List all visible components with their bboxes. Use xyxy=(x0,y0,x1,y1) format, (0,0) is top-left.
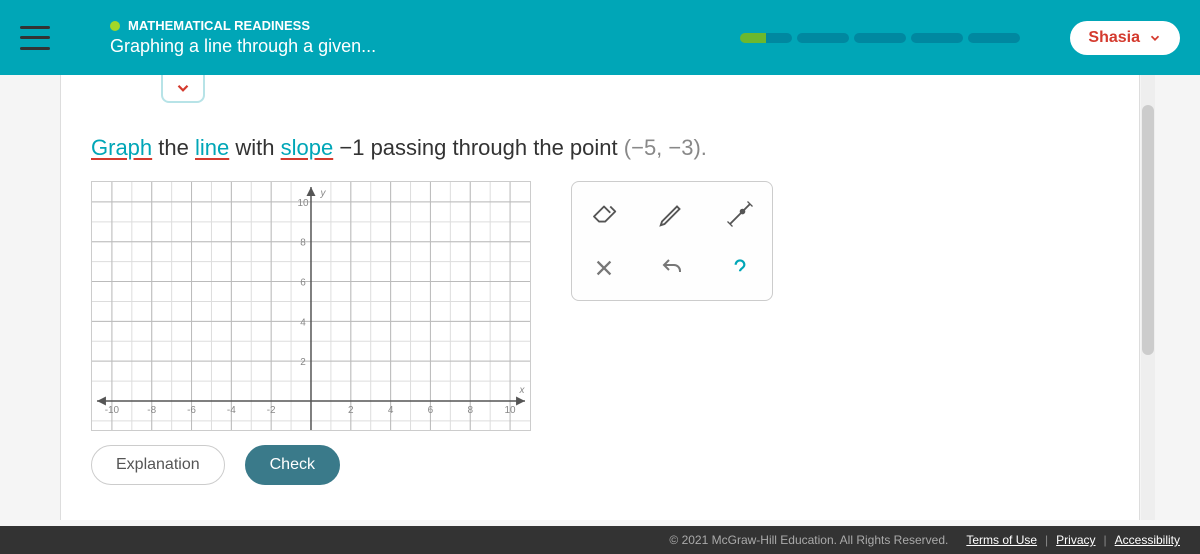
tool-panel xyxy=(571,181,773,301)
clear-button[interactable] xyxy=(584,248,624,288)
graph-canvas[interactable]: -10-8-6 -4-2 246 810 1086 42-2 y x xyxy=(91,181,531,431)
slope-value: −1 xyxy=(339,135,364,160)
coordinate-grid: -10-8-6 -4-2 246 810 1086 42-2 y x xyxy=(92,182,530,431)
term-slope[interactable]: slope xyxy=(281,135,334,160)
help-button[interactable] xyxy=(720,248,760,288)
privacy-link[interactable]: Privacy xyxy=(1056,533,1095,547)
svg-text:6: 6 xyxy=(300,278,306,289)
progress-bar xyxy=(740,33,1020,43)
svg-text:10: 10 xyxy=(505,405,517,416)
svg-text:x: x xyxy=(519,385,526,396)
svg-text:10: 10 xyxy=(297,198,309,209)
svg-text:2: 2 xyxy=(300,357,306,368)
progress-segment xyxy=(740,33,792,43)
svg-text:6: 6 xyxy=(428,405,434,416)
copyright-text: © 2021 McGraw-Hill Education. All Rights… xyxy=(669,533,948,547)
scrollbar[interactable] xyxy=(1141,75,1155,520)
svg-text:-2: -2 xyxy=(267,405,276,416)
undo-icon xyxy=(660,256,684,280)
svg-text:4: 4 xyxy=(388,405,394,416)
svg-text:-10: -10 xyxy=(105,405,120,416)
user-name: Shasia xyxy=(1088,29,1140,47)
app-header: MATHEMATICAL READINESS Graphing a line t… xyxy=(0,0,1200,75)
status-dot-icon xyxy=(110,21,120,31)
term-graph[interactable]: Graph xyxy=(91,135,152,160)
terms-link[interactable]: Terms of Use xyxy=(966,533,1037,547)
svg-text:-8: -8 xyxy=(147,405,156,416)
svg-text:-6: -6 xyxy=(187,405,196,416)
pencil-tool[interactable] xyxy=(652,194,692,234)
help-icon xyxy=(727,255,753,281)
svg-text:4: 4 xyxy=(300,317,306,328)
progress-segment xyxy=(911,33,963,43)
svg-text:2: 2 xyxy=(348,405,354,416)
eraser-tool[interactable] xyxy=(584,194,624,234)
main-panel: Graph the line with slope −1 passing thr… xyxy=(60,75,1140,520)
eraser-icon xyxy=(589,199,619,229)
check-button[interactable]: Check xyxy=(245,445,340,485)
line-icon xyxy=(725,199,755,229)
line-tool[interactable] xyxy=(720,194,760,234)
chevron-down-icon xyxy=(174,79,192,97)
point-value: (−5, −3). xyxy=(624,135,707,160)
progress-segment xyxy=(854,33,906,43)
footer: © 2021 McGraw-Hill Education. All Rights… xyxy=(0,526,1200,554)
close-icon xyxy=(593,257,615,279)
svg-text:8: 8 xyxy=(467,405,473,416)
expand-tab[interactable] xyxy=(161,75,205,103)
user-menu[interactable]: Shasia xyxy=(1070,21,1180,55)
svg-text:y: y xyxy=(319,188,326,199)
lesson-title: Graphing a line through a given... xyxy=(110,36,376,57)
subject-label: MATHEMATICAL READINESS xyxy=(128,18,310,33)
svg-text:-4: -4 xyxy=(227,405,236,416)
progress-segment xyxy=(797,33,849,43)
progress-segment xyxy=(968,33,1020,43)
scrollbar-thumb[interactable] xyxy=(1142,105,1154,355)
undo-button[interactable] xyxy=(652,248,692,288)
pencil-icon xyxy=(657,199,687,229)
accessibility-link[interactable]: Accessibility xyxy=(1115,533,1180,547)
explanation-button[interactable]: Explanation xyxy=(91,445,225,485)
term-line[interactable]: line xyxy=(195,135,229,160)
chevron-down-icon xyxy=(1148,31,1162,45)
problem-text: Graph the line with slope −1 passing thr… xyxy=(61,85,1139,181)
menu-icon[interactable] xyxy=(20,26,50,50)
header-titles: MATHEMATICAL READINESS Graphing a line t… xyxy=(110,18,376,57)
svg-text:8: 8 xyxy=(300,238,306,249)
